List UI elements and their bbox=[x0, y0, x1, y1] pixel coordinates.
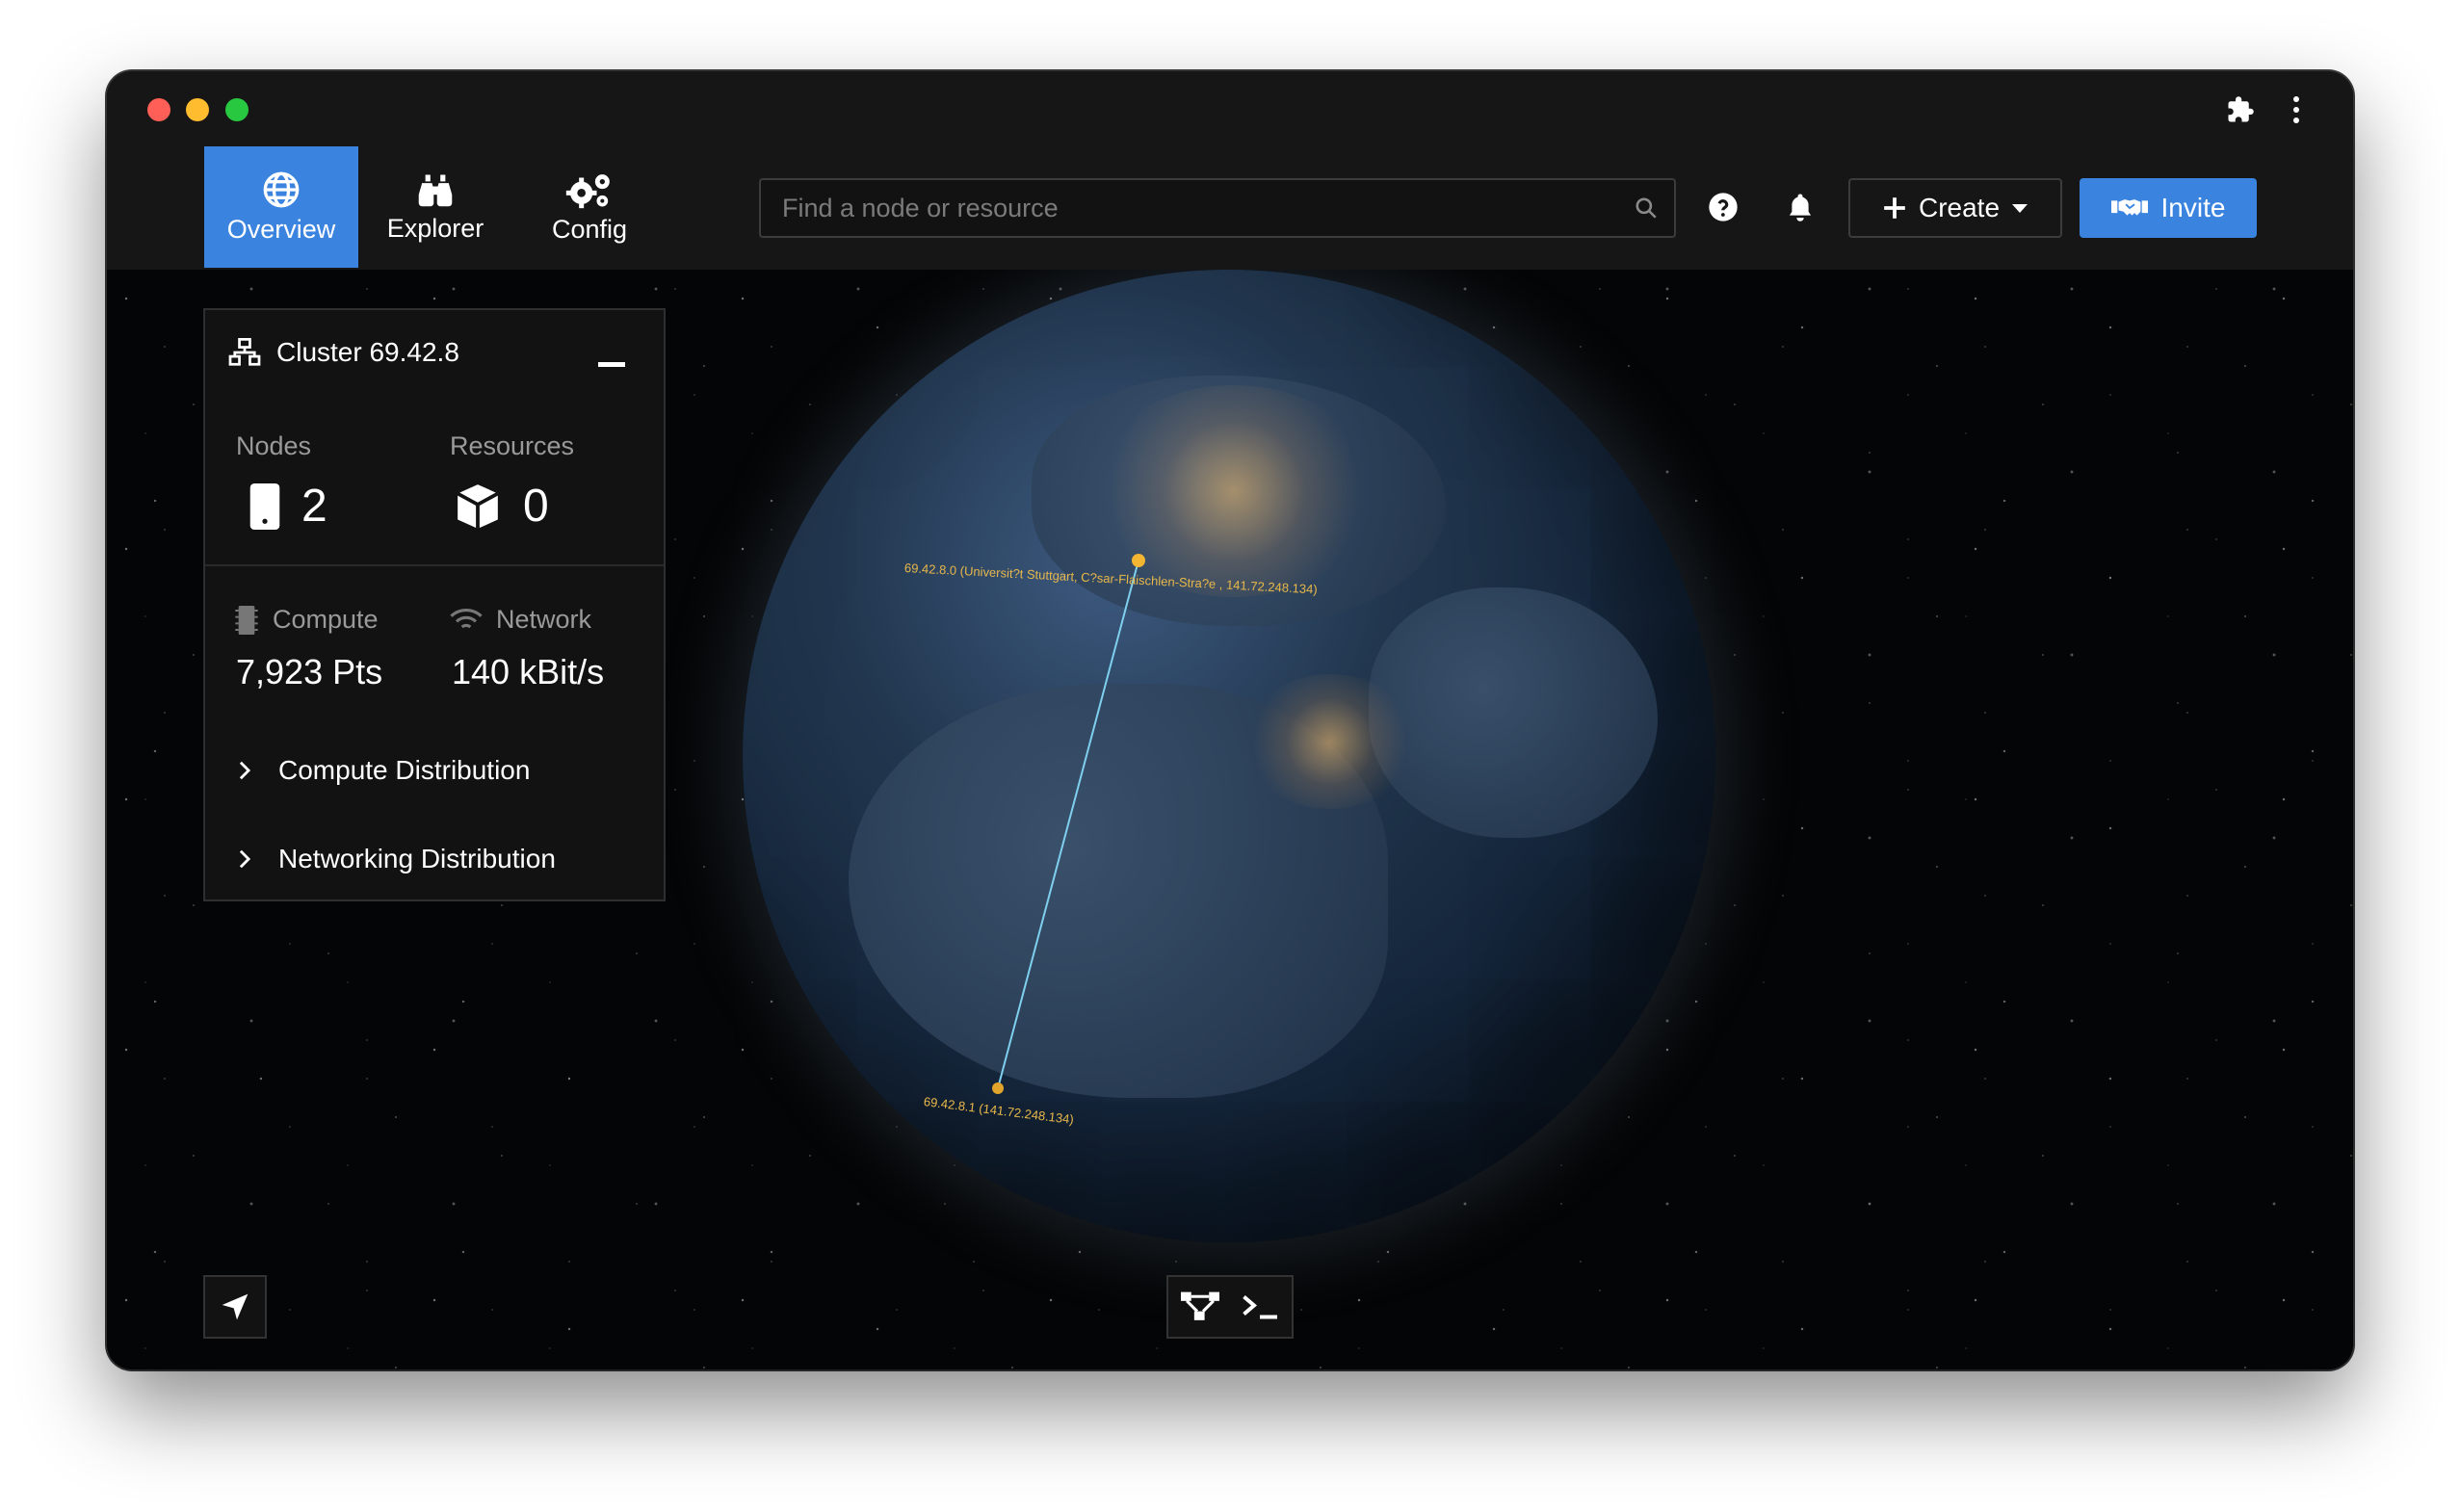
server-icon bbox=[249, 482, 280, 530]
resources-value: 0 bbox=[523, 481, 549, 532]
nodes-label: Nodes bbox=[236, 431, 312, 460]
compute-distribution-toggle[interactable]: Compute Distribution bbox=[238, 755, 530, 786]
help-icon[interactable] bbox=[1699, 183, 1747, 231]
locate-button[interactable] bbox=[203, 1275, 267, 1339]
network-value: 140 kBit/s bbox=[452, 652, 605, 691]
app-window: Overview Explorer Config Create bbox=[107, 71, 2353, 1369]
gears-icon bbox=[565, 173, 610, 208]
networking-distribution-toggle[interactable]: Networking Distribution bbox=[238, 844, 556, 874]
bell-icon[interactable] bbox=[1776, 183, 1824, 231]
topology-icon[interactable] bbox=[1181, 1291, 1219, 1322]
search-input[interactable] bbox=[761, 180, 1609, 236]
plus-icon bbox=[1884, 197, 1905, 219]
minimize-window-button[interactable] bbox=[186, 98, 209, 121]
network-tree-icon bbox=[228, 338, 261, 366]
invite-button-label: Invite bbox=[2160, 193, 2226, 222]
view-toggle-group bbox=[1166, 1275, 1294, 1339]
node-link-line bbox=[997, 560, 1139, 1089]
title-bar bbox=[107, 71, 2353, 146]
network-label-row: Network bbox=[450, 605, 591, 635]
binoculars-icon bbox=[418, 173, 453, 206]
search-box bbox=[759, 178, 1676, 238]
network-label: Network bbox=[496, 605, 592, 634]
networking-distribution-label: Networking Distribution bbox=[278, 844, 556, 873]
handshake-icon bbox=[2110, 199, 2148, 216]
search-icon[interactable] bbox=[1634, 196, 1659, 225]
caret-down-icon bbox=[2012, 204, 2028, 213]
compute-label: Compute bbox=[273, 605, 379, 634]
cpu-icon bbox=[235, 605, 258, 635]
terminal-icon[interactable] bbox=[1241, 1292, 1279, 1321]
compute-label-row: Compute bbox=[234, 605, 379, 635]
resources-stat: 0 bbox=[454, 480, 549, 533]
collapse-panel-button[interactable] bbox=[598, 362, 625, 367]
node-marker-b[interactable] bbox=[992, 1082, 1004, 1094]
cluster-panel: Cluster 69.42.8 Nodes 2 Resources 0 Comp… bbox=[203, 308, 666, 901]
nodes-stat: 2 bbox=[249, 480, 327, 533]
globe-icon bbox=[263, 171, 300, 207]
create-button[interactable]: Create bbox=[1848, 178, 2062, 238]
node-marker-a[interactable] bbox=[1132, 554, 1145, 567]
chevron-right-icon bbox=[239, 849, 251, 869]
tab-explorer-label: Explorer bbox=[386, 213, 484, 243]
globe-viewport[interactable]: 69.42.8.0 (Universit?t Stuttgart, C?sar-… bbox=[107, 270, 2353, 1369]
cluster-header: Cluster 69.42.8 bbox=[228, 337, 459, 368]
maximize-window-button[interactable] bbox=[225, 98, 249, 121]
tab-overview-label: Overview bbox=[226, 214, 336, 244]
create-button-label: Create bbox=[1918, 193, 2001, 222]
tab-overview[interactable]: Overview bbox=[204, 146, 358, 268]
puzzle-icon[interactable] bbox=[2221, 91, 2260, 129]
wifi-icon bbox=[450, 608, 483, 628]
panel-divider bbox=[205, 564, 664, 566]
tab-config-label: Config bbox=[551, 214, 628, 244]
chevron-right-icon bbox=[239, 761, 251, 780]
cluster-title: Cluster 69.42.8 bbox=[276, 337, 459, 367]
cube-icon bbox=[457, 483, 499, 529]
close-window-button[interactable] bbox=[147, 98, 170, 121]
compute-distribution-label: Compute Distribution bbox=[278, 755, 531, 785]
resources-label: Resources bbox=[450, 431, 575, 460]
tab-explorer[interactable]: Explorer bbox=[358, 146, 512, 268]
invite-button[interactable]: Invite bbox=[2080, 178, 2257, 238]
more-vertical-icon[interactable] bbox=[2277, 91, 2316, 129]
compute-value: 7,923 Pts bbox=[236, 652, 383, 691]
tab-config[interactable]: Config bbox=[512, 146, 667, 268]
location-arrow-icon bbox=[222, 1293, 249, 1320]
nodes-value: 2 bbox=[301, 481, 327, 532]
